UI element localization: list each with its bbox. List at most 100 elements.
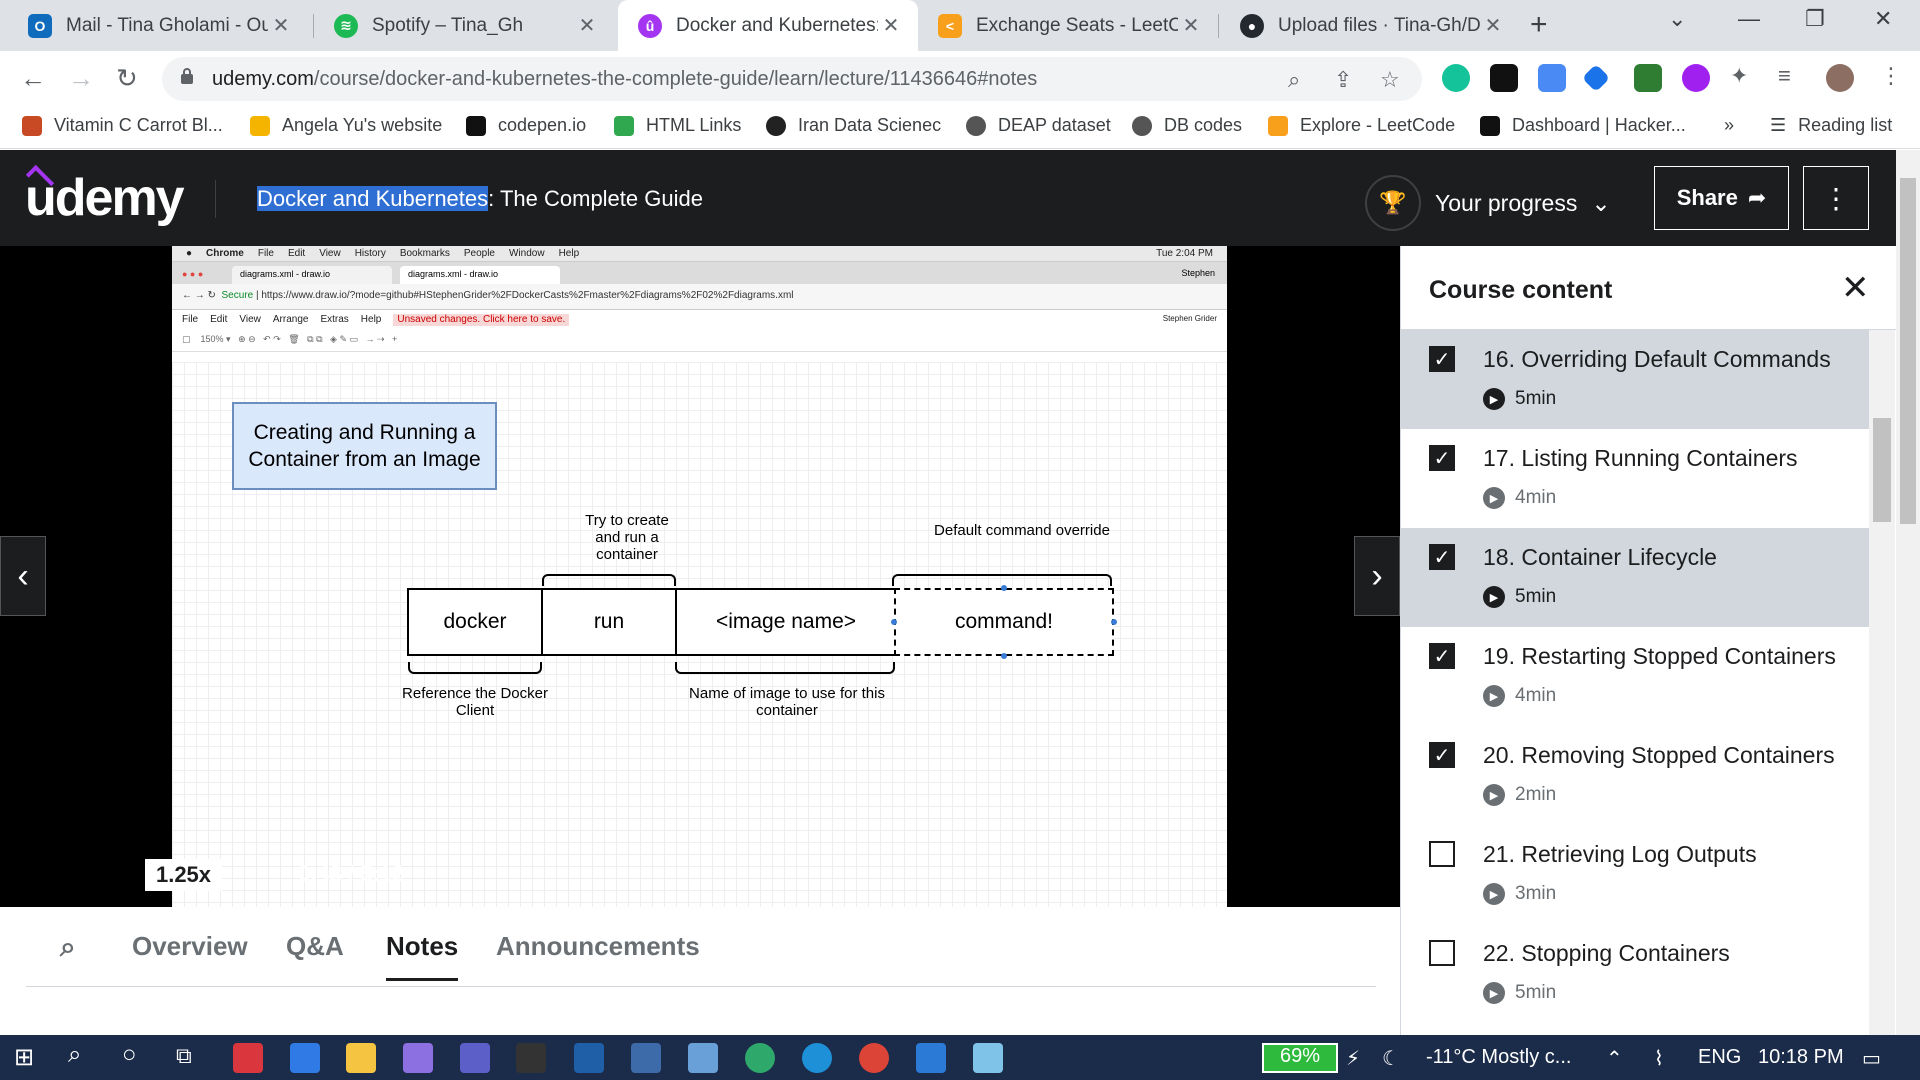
close-icon[interactable]: ✕ [878, 13, 904, 38]
minimize-button[interactable]: — [1738, 6, 1760, 32]
browser-tab-mail[interactable]: O Mail - Tina Gholami - Out ✕ [8, 0, 308, 51]
terminal-extension-icon[interactable] [1490, 64, 1518, 92]
calendar-app-icon[interactable] [290, 1043, 320, 1073]
vscode-icon[interactable] [916, 1043, 946, 1073]
bookmark-item[interactable]: codepen.io [466, 115, 586, 136]
lecture-item[interactable]: ✓ 19. Restarting Stopped Containers ▶ 4mi… [1401, 627, 1869, 726]
tab-search-icon[interactable]: ⌄ [1668, 6, 1686, 32]
chevron-up-icon[interactable]: ⌃ [1606, 1046, 1623, 1071]
bookmark-item[interactable]: Vitamin C Carrot Bl... [22, 115, 223, 136]
lecture-item[interactable]: ✓ 18. Container Lifecycle ▶ 5min [1401, 528, 1869, 627]
reading-list-button[interactable]: ☰ Reading list [1770, 115, 1892, 136]
new-tab-button[interactable]: + [1530, 8, 1548, 42]
wifi-icon[interactable]: ⌇ [1654, 1046, 1664, 1071]
media-control-icon[interactable]: ≡ [1778, 63, 1791, 89]
notification-icon[interactable]: ▭ [1862, 1046, 1881, 1071]
close-icon[interactable]: ✕ [1178, 13, 1204, 38]
tab-overview[interactable]: Overview [132, 931, 248, 962]
close-sidebar-icon[interactable]: ✕ [1841, 268, 1870, 308]
lecture-item[interactable]: ✓ 20. Removing Stopped Containers ▶ 2min [1401, 726, 1869, 825]
lecture-checkbox[interactable]: ✓ [1429, 445, 1455, 471]
lecture-item[interactable]: ✓ 16. Overriding Default Commands ▶ 5min [1401, 330, 1869, 429]
more-options-button[interactable]: ⋮ [1803, 166, 1869, 230]
close-icon[interactable]: ✕ [574, 13, 600, 38]
lecture-item[interactable]: 21. Retrieving Log Outputs ▶ 3min [1401, 825, 1869, 924]
browser-tab-udemy[interactable]: û Docker and Kubernetes: T ✕ [618, 0, 918, 51]
sidebar-scrollbar-thumb[interactable] [1873, 418, 1891, 522]
app-icon[interactable] [403, 1043, 433, 1073]
page-scrollbar[interactable] [1896, 150, 1920, 1035]
browser-tab-spotify[interactable]: ≋ Spotify – Tina_Gh ✕ [314, 0, 614, 51]
teams-icon[interactable] [460, 1043, 490, 1073]
chrome-icon[interactable] [859, 1043, 889, 1073]
html-extension-icon[interactable] [1634, 64, 1662, 92]
app-icon[interactable] [745, 1043, 775, 1073]
grammarly-icon[interactable] [1442, 64, 1470, 92]
clock[interactable]: 10:18 PM [1758, 1046, 1844, 1069]
windows-start-icon[interactable]: ⊞ [14, 1043, 34, 1072]
battery-indicator[interactable]: 69% [1262, 1043, 1338, 1073]
cortana-icon[interactable]: ○ [122, 1041, 137, 1069]
zoom-icon[interactable]: ⌕ [1288, 67, 1300, 93]
edge-icon[interactable] [802, 1043, 832, 1073]
file-explorer-icon[interactable] [346, 1043, 376, 1073]
lecture-checkbox[interactable]: ✓ [1429, 742, 1455, 768]
extension-badge-icon[interactable] [1538, 64, 1566, 92]
previous-lecture-button[interactable]: ‹ [0, 536, 46, 616]
bookmark-item[interactable]: DEAP dataset [966, 115, 1111, 136]
reload-icon[interactable]: ↻ [116, 63, 138, 94]
forward-icon[interactable]: → [68, 63, 94, 94]
bookmark-item[interactable]: Iran Data Scienec [766, 115, 941, 136]
share-button[interactable]: Share ➦ [1654, 166, 1789, 230]
close-icon[interactable]: ✕ [268, 13, 294, 38]
close-icon[interactable]: ✕ [1480, 13, 1506, 38]
address-bar[interactable]: udemy.com/course/docker-and-kubernetes-t… [162, 57, 1422, 101]
bookmark-item[interactable]: Dashboard | Hacker... [1480, 115, 1686, 136]
video-player[interactable]: ● Chrome File Edit View History Bookmark… [0, 246, 1400, 988]
progress-dropdown[interactable]: 🏆 Your progress ⌄ [1365, 175, 1611, 231]
lecture-item[interactable]: ✓ 17. Listing Running Containers ▶ 4min [1401, 429, 1869, 528]
lecture-checkbox[interactable]: ✓ [1429, 643, 1455, 669]
purple-extension-icon[interactable] [1682, 64, 1710, 92]
lecture-checkbox[interactable] [1429, 940, 1455, 966]
weather-text[interactable]: -11°C Mostly c... [1426, 1046, 1571, 1069]
app-icon[interactable] [574, 1043, 604, 1073]
video-frame[interactable]: ● Chrome File Edit View History Bookmark… [172, 246, 1227, 907]
app-icon[interactable] [688, 1043, 718, 1073]
search-icon[interactable]: ⌕ [60, 931, 76, 964]
avatar[interactable] [1826, 64, 1854, 92]
bookmarks-overflow-button[interactable]: » [1724, 115, 1734, 136]
lecture-item[interactable]: 22. Stopping Containers ▶ 5min [1401, 924, 1869, 1023]
chrome-menu-icon[interactable]: ⋮ [1880, 63, 1902, 89]
restore-button[interactable]: ❐ [1805, 6, 1825, 32]
udemy-logo[interactable]: udemy [25, 168, 185, 228]
tab-announcements[interactable]: Announcements [496, 931, 700, 962]
app-icon[interactable] [973, 1043, 1003, 1073]
lecture-checkbox[interactable] [1429, 841, 1455, 867]
search-icon[interactable]: ⌕ [68, 1041, 81, 1069]
lecture-checkbox[interactable]: ✓ [1429, 544, 1455, 570]
bookmark-item[interactable]: HTML Links [614, 115, 741, 136]
share-page-icon[interactable]: ⇪ [1334, 67, 1352, 93]
bookmark-star-icon[interactable]: ☆ [1380, 67, 1400, 93]
playback-speed-button[interactable]: 1.25x [145, 859, 222, 891]
back-icon[interactable]: ← [20, 63, 46, 94]
bookmark-item[interactable]: Explore - LeetCode [1268, 115, 1455, 136]
puzzle-icon[interactable]: ✦ [1730, 63, 1748, 89]
tab-qa[interactable]: Q&A [286, 931, 344, 962]
app-icon[interactable] [631, 1043, 661, 1073]
diamond-extension-icon[interactable] [1581, 63, 1611, 93]
browser-tab-leetcode[interactable]: < Exchange Seats - LeetCod ✕ [918, 0, 1218, 51]
terminal-icon[interactable] [516, 1043, 546, 1073]
language-indicator[interactable]: ENG [1698, 1046, 1741, 1069]
app-icon[interactable] [233, 1043, 263, 1073]
lecture-checkbox[interactable]: ✓ [1429, 346, 1455, 372]
close-window-button[interactable]: ✕ [1874, 6, 1892, 32]
course-title[interactable]: Docker and Kubernetes: The Complete Guid… [257, 186, 703, 212]
tab-notes[interactable]: Notes [386, 931, 459, 981]
browser-tab-github[interactable]: ● Upload files · Tina-Gh/Do ✕ [1220, 0, 1520, 51]
bookmark-item[interactable]: DB codes [1132, 115, 1242, 136]
next-lecture-button[interactable]: › [1354, 536, 1400, 616]
bookmark-item[interactable]: Angela Yu's website [250, 115, 442, 136]
page-scrollbar-thumb[interactable] [1900, 178, 1916, 524]
